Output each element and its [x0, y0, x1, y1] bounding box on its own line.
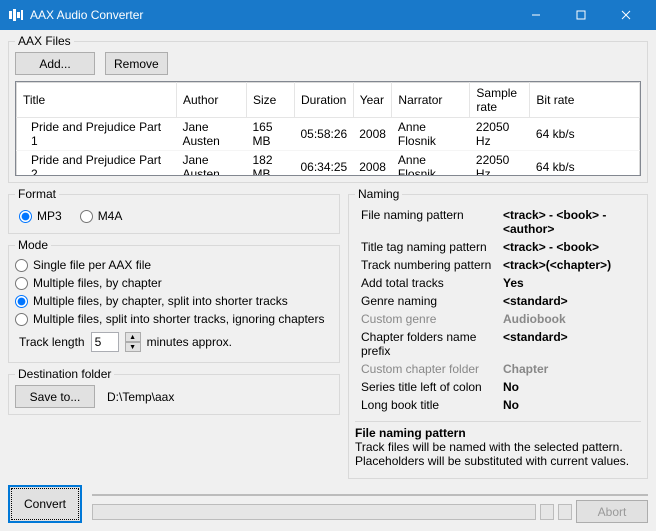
col-author[interactable]: Author: [177, 83, 247, 118]
naming-row[interactable]: Genre naming<standard>: [357, 293, 639, 309]
close-button[interactable]: [603, 0, 648, 30]
col-year[interactable]: Year: [353, 83, 392, 118]
naming-table[interactable]: File naming pattern<track> - <book> - <a…: [355, 205, 641, 415]
mode-split-ignore[interactable]: Multiple files, split into shorter track…: [15, 310, 333, 328]
col-sample[interactable]: Sample rate: [470, 83, 530, 118]
naming-group: Naming File naming pattern<track> - <boo…: [348, 187, 648, 479]
naming-row[interactable]: File naming pattern<track> - <book> - <a…: [357, 207, 639, 237]
track-length-suffix: minutes approx.: [147, 335, 232, 349]
col-size[interactable]: Size: [247, 83, 295, 118]
add-button[interactable]: Add...: [15, 52, 95, 75]
aax-files-group: AAX Files Add... Remove Title Author Siz…: [8, 34, 648, 183]
file-table[interactable]: Title Author Size Duration Year Narrator…: [15, 81, 641, 176]
abort-button[interactable]: Abort: [576, 500, 648, 523]
naming-help-title: File naming pattern: [355, 426, 641, 440]
col-title[interactable]: Title: [17, 83, 177, 118]
spin-down[interactable]: ▼: [125, 342, 141, 352]
window-title: AAX Audio Converter: [30, 8, 513, 22]
progress-bar-current: [92, 504, 536, 520]
format-group: Format MP3 M4A: [8, 187, 340, 234]
naming-row[interactable]: Title tag naming pattern<track> - <book>: [357, 239, 639, 255]
app-icon: [8, 7, 24, 23]
progress-indicator-1: [540, 504, 554, 520]
naming-row[interactable]: Chapter folders name prefix<standard>: [357, 329, 639, 359]
col-narrator[interactable]: Narrator: [392, 83, 470, 118]
aax-files-legend: AAX Files: [15, 34, 74, 48]
spin-up[interactable]: ▲: [125, 332, 141, 342]
title-bar: AAX Audio Converter: [0, 0, 656, 30]
convert-button[interactable]: Convert: [8, 485, 82, 523]
maximize-button[interactable]: [558, 0, 603, 30]
mode-chapter-split[interactable]: Multiple files, by chapter, split into s…: [15, 292, 333, 310]
col-duration[interactable]: Duration: [295, 83, 354, 118]
naming-row[interactable]: Long book titleNo: [357, 397, 639, 413]
naming-row[interactable]: Track numbering pattern<track>(<chapter>…: [357, 257, 639, 273]
col-bitrate[interactable]: Bit rate: [530, 83, 640, 118]
mode-legend: Mode: [15, 238, 51, 252]
naming-row[interactable]: Custom genreAudiobook: [357, 311, 639, 327]
destination-group: Destination folder Save to... D:\Temp\aa…: [8, 367, 340, 415]
minimize-button[interactable]: [513, 0, 558, 30]
mode-single[interactable]: Single file per AAX file: [15, 256, 333, 274]
remove-button[interactable]: Remove: [105, 52, 168, 75]
table-row[interactable]: Pride and Prejudice Part 2Jane Austen182…: [17, 151, 640, 177]
format-legend: Format: [15, 187, 59, 201]
destination-path: D:\Temp\aax: [105, 387, 333, 407]
table-row[interactable]: Pride and Prejudice Part 1Jane Austen165…: [17, 118, 640, 151]
destination-legend: Destination folder: [15, 367, 114, 381]
progress-bar-overall: [92, 494, 648, 496]
naming-help-text: Track files will be named with the selec…: [355, 440, 641, 468]
track-length-input[interactable]: [91, 332, 119, 352]
naming-row[interactable]: Add total tracksYes: [357, 275, 639, 291]
naming-legend: Naming: [355, 187, 402, 201]
track-length-label: Track length: [19, 335, 85, 349]
naming-row[interactable]: Custom chapter folderChapter: [357, 361, 639, 377]
naming-row[interactable]: Series title left of colonNo: [357, 379, 639, 395]
mode-chapter[interactable]: Multiple files, by chapter: [15, 274, 333, 292]
format-m4a[interactable]: M4A: [80, 207, 123, 225]
save-to-button[interactable]: Save to...: [15, 385, 95, 408]
progress-indicator-2: [558, 504, 572, 520]
mode-group: Mode Single file per AAX file Multiple f…: [8, 238, 340, 363]
format-mp3[interactable]: MP3: [19, 207, 62, 225]
